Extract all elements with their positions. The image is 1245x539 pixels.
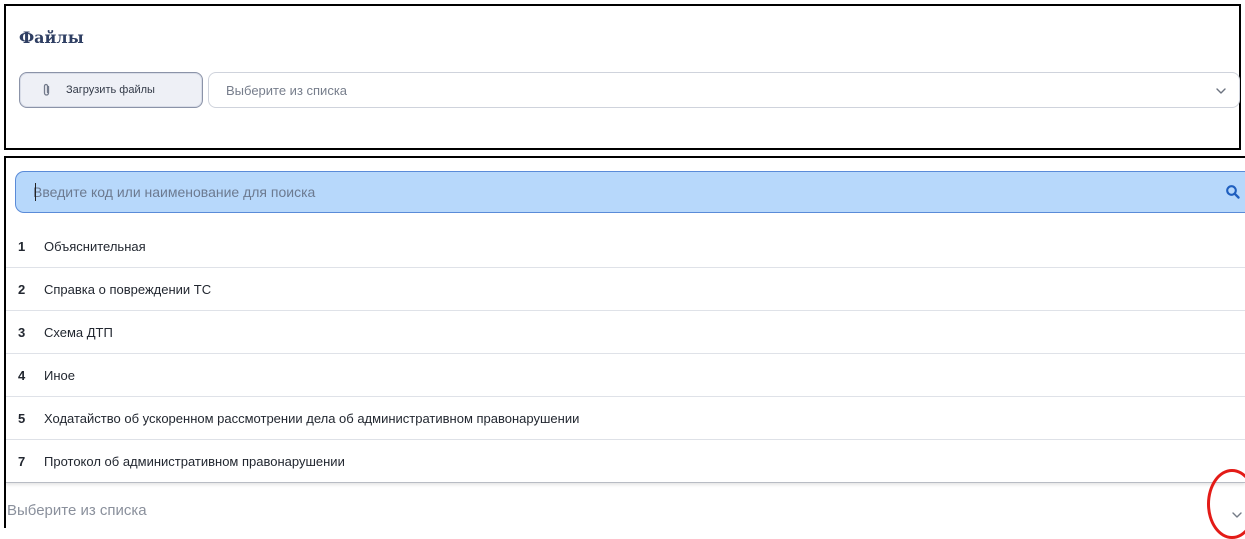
option-code: 5 <box>18 410 26 426</box>
search-icon[interactable] <box>1225 184 1241 200</box>
option-list: 1 Объяснительная 2 Справка о повреждении… <box>6 225 1245 483</box>
dropdown-select-placeholder: Выберите из списка <box>7 501 147 519</box>
files-title: Файлы <box>19 28 84 47</box>
chevron-down-icon[interactable] <box>1231 507 1243 518</box>
search-input[interactable] <box>16 172 1245 212</box>
option-label: Иное <box>44 367 75 383</box>
file-type-select[interactable]: Выберите из списка <box>208 72 1240 108</box>
list-item[interactable]: 5 Ходатайство об ускоренном рассмотрении… <box>6 397 1245 440</box>
option-code: 4 <box>18 367 26 383</box>
dropdown-search <box>15 171 1245 213</box>
dropdown-select[interactable]: Выберите из списка <box>6 490 1245 530</box>
option-label: Схема ДТП <box>44 324 113 340</box>
option-label: Протокол об административном правонаруше… <box>44 453 345 469</box>
upload-files-button[interactable]: Загрузить файлы <box>19 72 203 108</box>
list-item[interactable]: 1 Объяснительная <box>6 225 1245 268</box>
files-panel: Файлы Загрузить файлы Выберите из списка <box>4 4 1241 150</box>
list-item[interactable]: 2 Справка о повреждении ТС <box>6 268 1245 311</box>
chevron-down-icon <box>1215 85 1227 97</box>
option-label: Объяснительная <box>44 238 146 254</box>
list-item[interactable]: 7 Протокол об административном правонару… <box>6 440 1245 483</box>
text-cursor <box>35 183 36 201</box>
option-code: 3 <box>18 324 26 340</box>
file-type-select-placeholder: Выберите из списка <box>226 82 348 98</box>
list-item[interactable]: 3 Схема ДТП <box>6 311 1245 354</box>
option-code: 7 <box>18 453 26 469</box>
option-label: Ходатайство об ускоренном рассмотрении д… <box>44 410 580 426</box>
option-label: Справка о повреждении ТС <box>44 281 212 297</box>
list-item[interactable]: 4 Иное <box>6 354 1245 397</box>
option-code: 2 <box>18 281 26 297</box>
dropdown-panel: 1 Объяснительная 2 Справка о повреждении… <box>4 156 1245 528</box>
option-code: 1 <box>18 238 26 254</box>
paperclip-icon <box>40 83 52 97</box>
upload-files-label: Загрузить файлы <box>66 84 155 96</box>
